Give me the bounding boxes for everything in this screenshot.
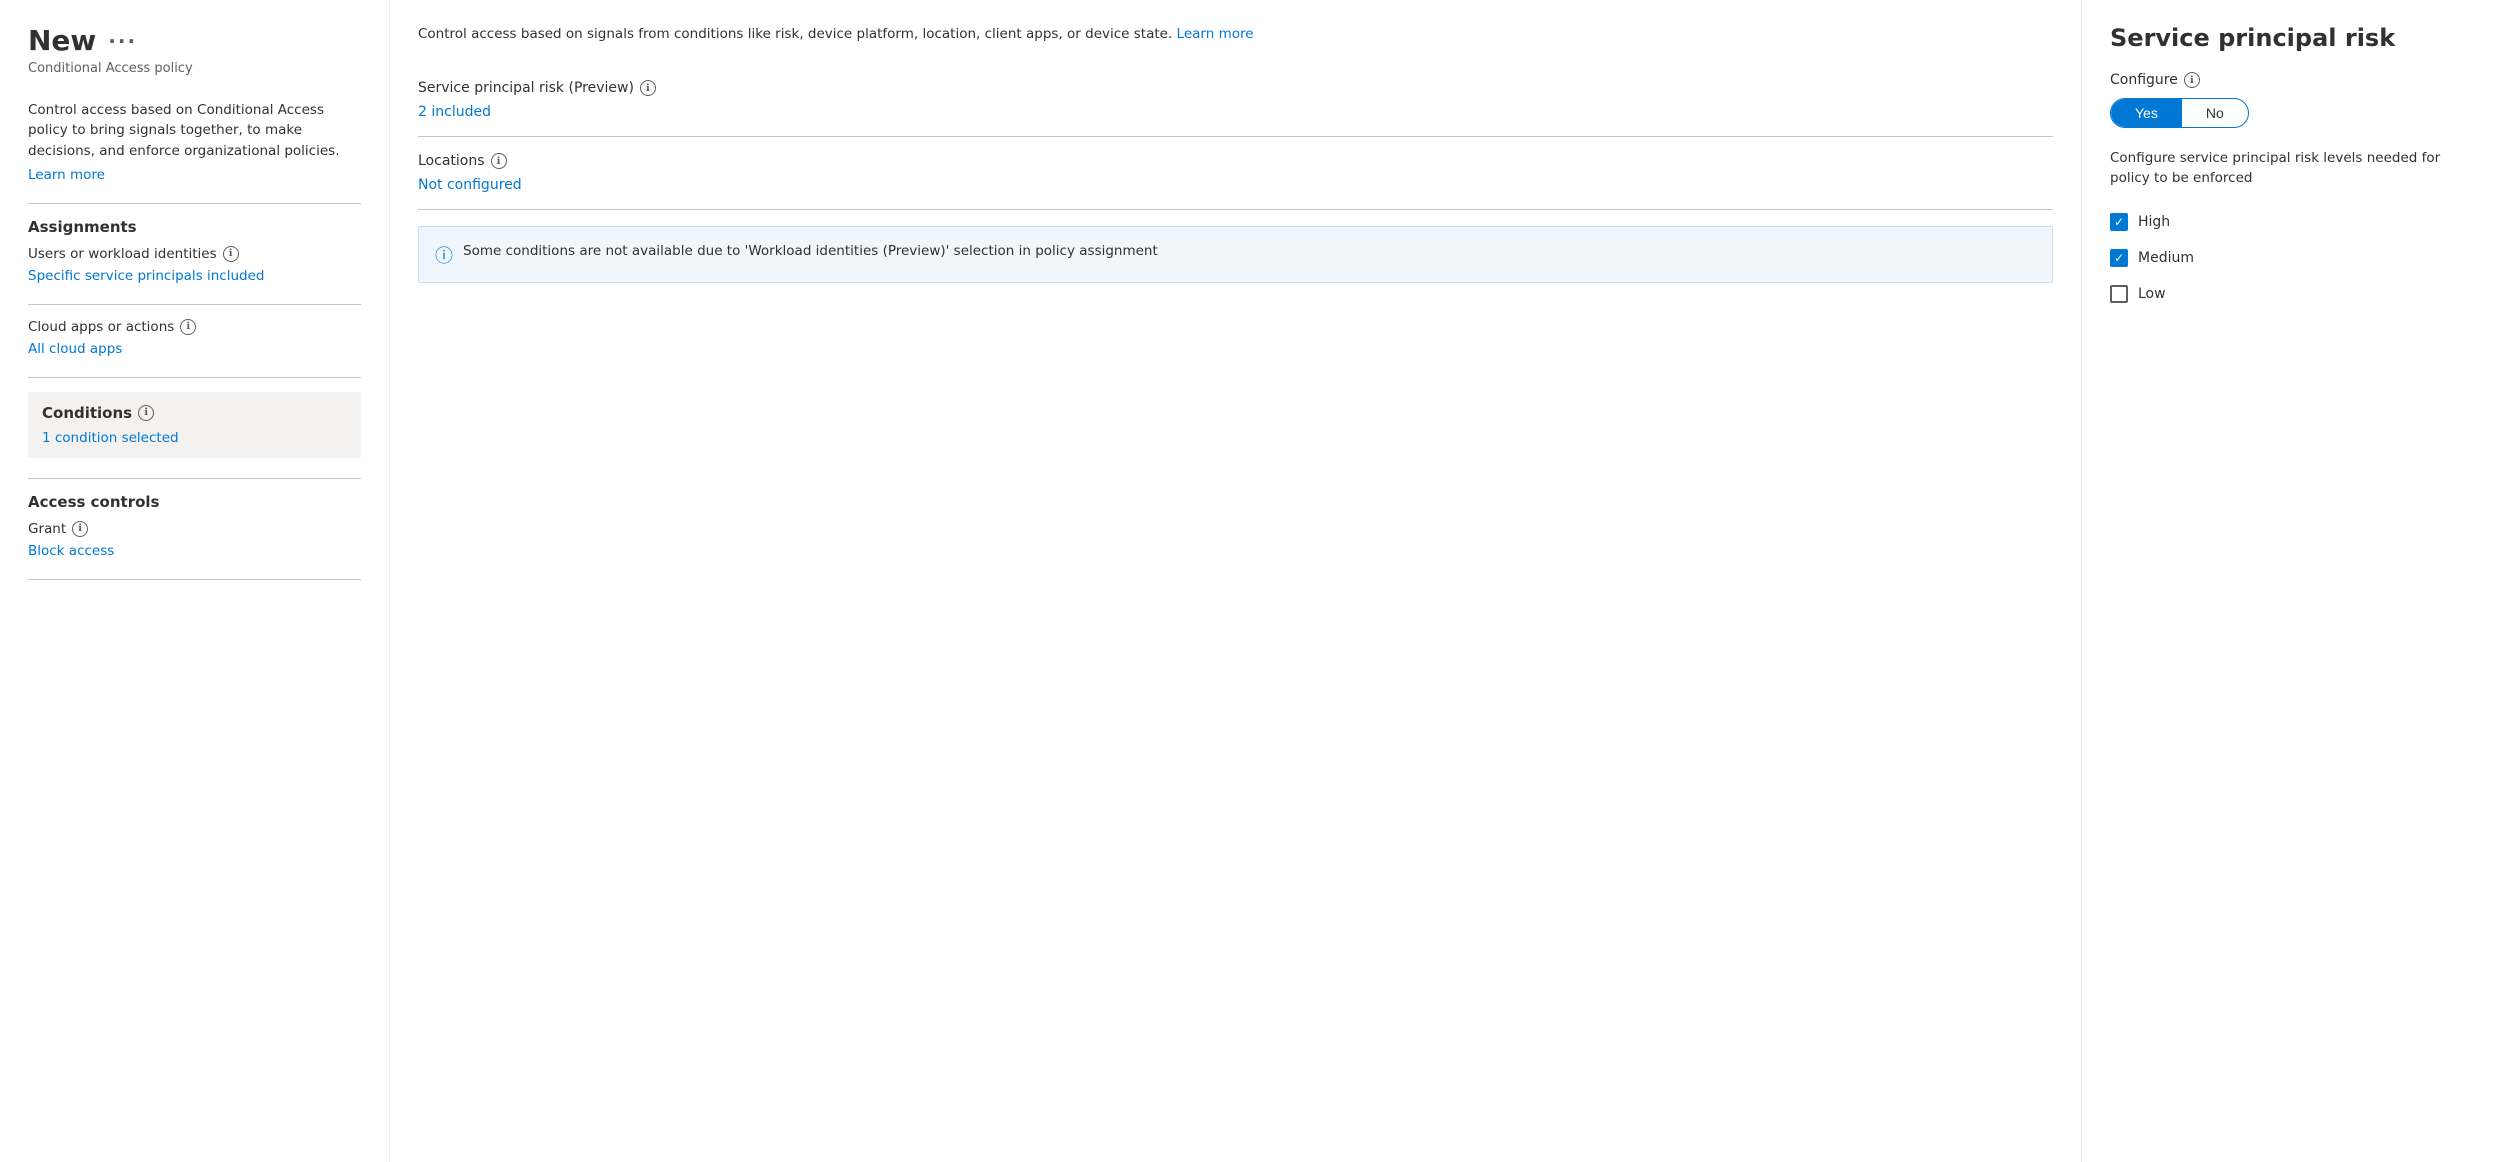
- no-button[interactable]: No: [2182, 99, 2248, 127]
- page-subtitle: Conditional Access policy: [28, 61, 361, 76]
- ellipsis-menu[interactable]: ···: [108, 29, 137, 53]
- grant-info-icon[interactable]: ℹ: [72, 521, 88, 537]
- medium-label: Medium: [2138, 250, 2194, 266]
- configure-label: Configure ℹ: [2110, 72, 2474, 88]
- grant-label: Grant ℹ: [28, 521, 361, 537]
- yes-no-toggle[interactable]: Yes No: [2110, 98, 2249, 128]
- learn-more-link-middle[interactable]: Learn more: [1177, 26, 1254, 42]
- service-principal-risk-row[interactable]: Service principal risk (Preview) ℹ 2 inc…: [418, 64, 2053, 137]
- conditions-header: Conditions ℹ: [42, 404, 347, 422]
- divider-assignments: [28, 203, 361, 204]
- conditions-value[interactable]: 1 condition selected: [42, 430, 179, 446]
- low-checkbox[interactable]: ✓: [2110, 285, 2128, 303]
- high-checkbox-row[interactable]: ✓ High: [2110, 213, 2474, 231]
- locations-info-icon[interactable]: ℹ: [491, 153, 507, 169]
- service-principal-risk-header: Service principal risk (Preview) ℹ: [418, 80, 2053, 96]
- learn-more-link-left[interactable]: Learn more: [28, 167, 105, 183]
- configure-description: Configure service principal risk levels …: [2110, 148, 2474, 189]
- divider-access-controls: [28, 478, 361, 479]
- high-check-icon: ✓: [2114, 215, 2124, 229]
- conditions-section[interactable]: Conditions ℹ 1 condition selected: [28, 392, 361, 458]
- locations-row[interactable]: Locations ℹ Not configured: [418, 137, 2053, 210]
- divider-bottom: [28, 579, 361, 580]
- service-principal-risk-value[interactable]: 2 included: [418, 104, 491, 120]
- cloud-apps-value[interactable]: All cloud apps: [28, 341, 122, 357]
- page-title-area: New ···: [28, 24, 361, 57]
- grant-value[interactable]: Block access: [28, 543, 114, 559]
- high-label: High: [2138, 214, 2170, 230]
- divider-conditions: [28, 377, 361, 378]
- page-title: New: [28, 24, 96, 57]
- users-label: Users or workload identities ℹ: [28, 246, 361, 262]
- info-box-text: Some conditions are not available due to…: [463, 241, 1158, 261]
- service-principal-info-icon[interactable]: ℹ: [640, 80, 656, 96]
- high-checkbox[interactable]: ✓: [2110, 213, 2128, 231]
- info-box-icon: ⓘ: [435, 242, 453, 268]
- low-label: Low: [2138, 286, 2166, 302]
- users-info-icon[interactable]: ℹ: [223, 246, 239, 262]
- assignments-label: Assignments: [28, 218, 361, 236]
- configure-info-icon[interactable]: ℹ: [2184, 72, 2200, 88]
- info-message-box: ⓘ Some conditions are not available due …: [418, 226, 2053, 283]
- divider-cloud-apps: [28, 304, 361, 305]
- yes-button[interactable]: Yes: [2111, 99, 2182, 127]
- medium-checkbox-row[interactable]: ✓ Medium: [2110, 249, 2474, 267]
- access-controls-label: Access controls: [28, 493, 361, 511]
- medium-checkbox[interactable]: ✓: [2110, 249, 2128, 267]
- conditions-info-icon[interactable]: ℹ: [138, 405, 154, 421]
- locations-value[interactable]: Not configured: [418, 177, 522, 193]
- cloud-apps-label: Cloud apps or actions ℹ: [28, 319, 361, 335]
- low-checkbox-row[interactable]: ✓ Low: [2110, 285, 2474, 303]
- locations-header: Locations ℹ: [418, 153, 2053, 169]
- middle-description: Control access based on signals from con…: [418, 24, 2053, 44]
- users-value[interactable]: Specific service principals included: [28, 268, 264, 284]
- left-description: Control access based on Conditional Acce…: [28, 100, 361, 161]
- medium-check-icon: ✓: [2114, 251, 2124, 265]
- right-panel-title: Service principal risk: [2110, 24, 2474, 52]
- cloud-apps-info-icon[interactable]: ℹ: [180, 319, 196, 335]
